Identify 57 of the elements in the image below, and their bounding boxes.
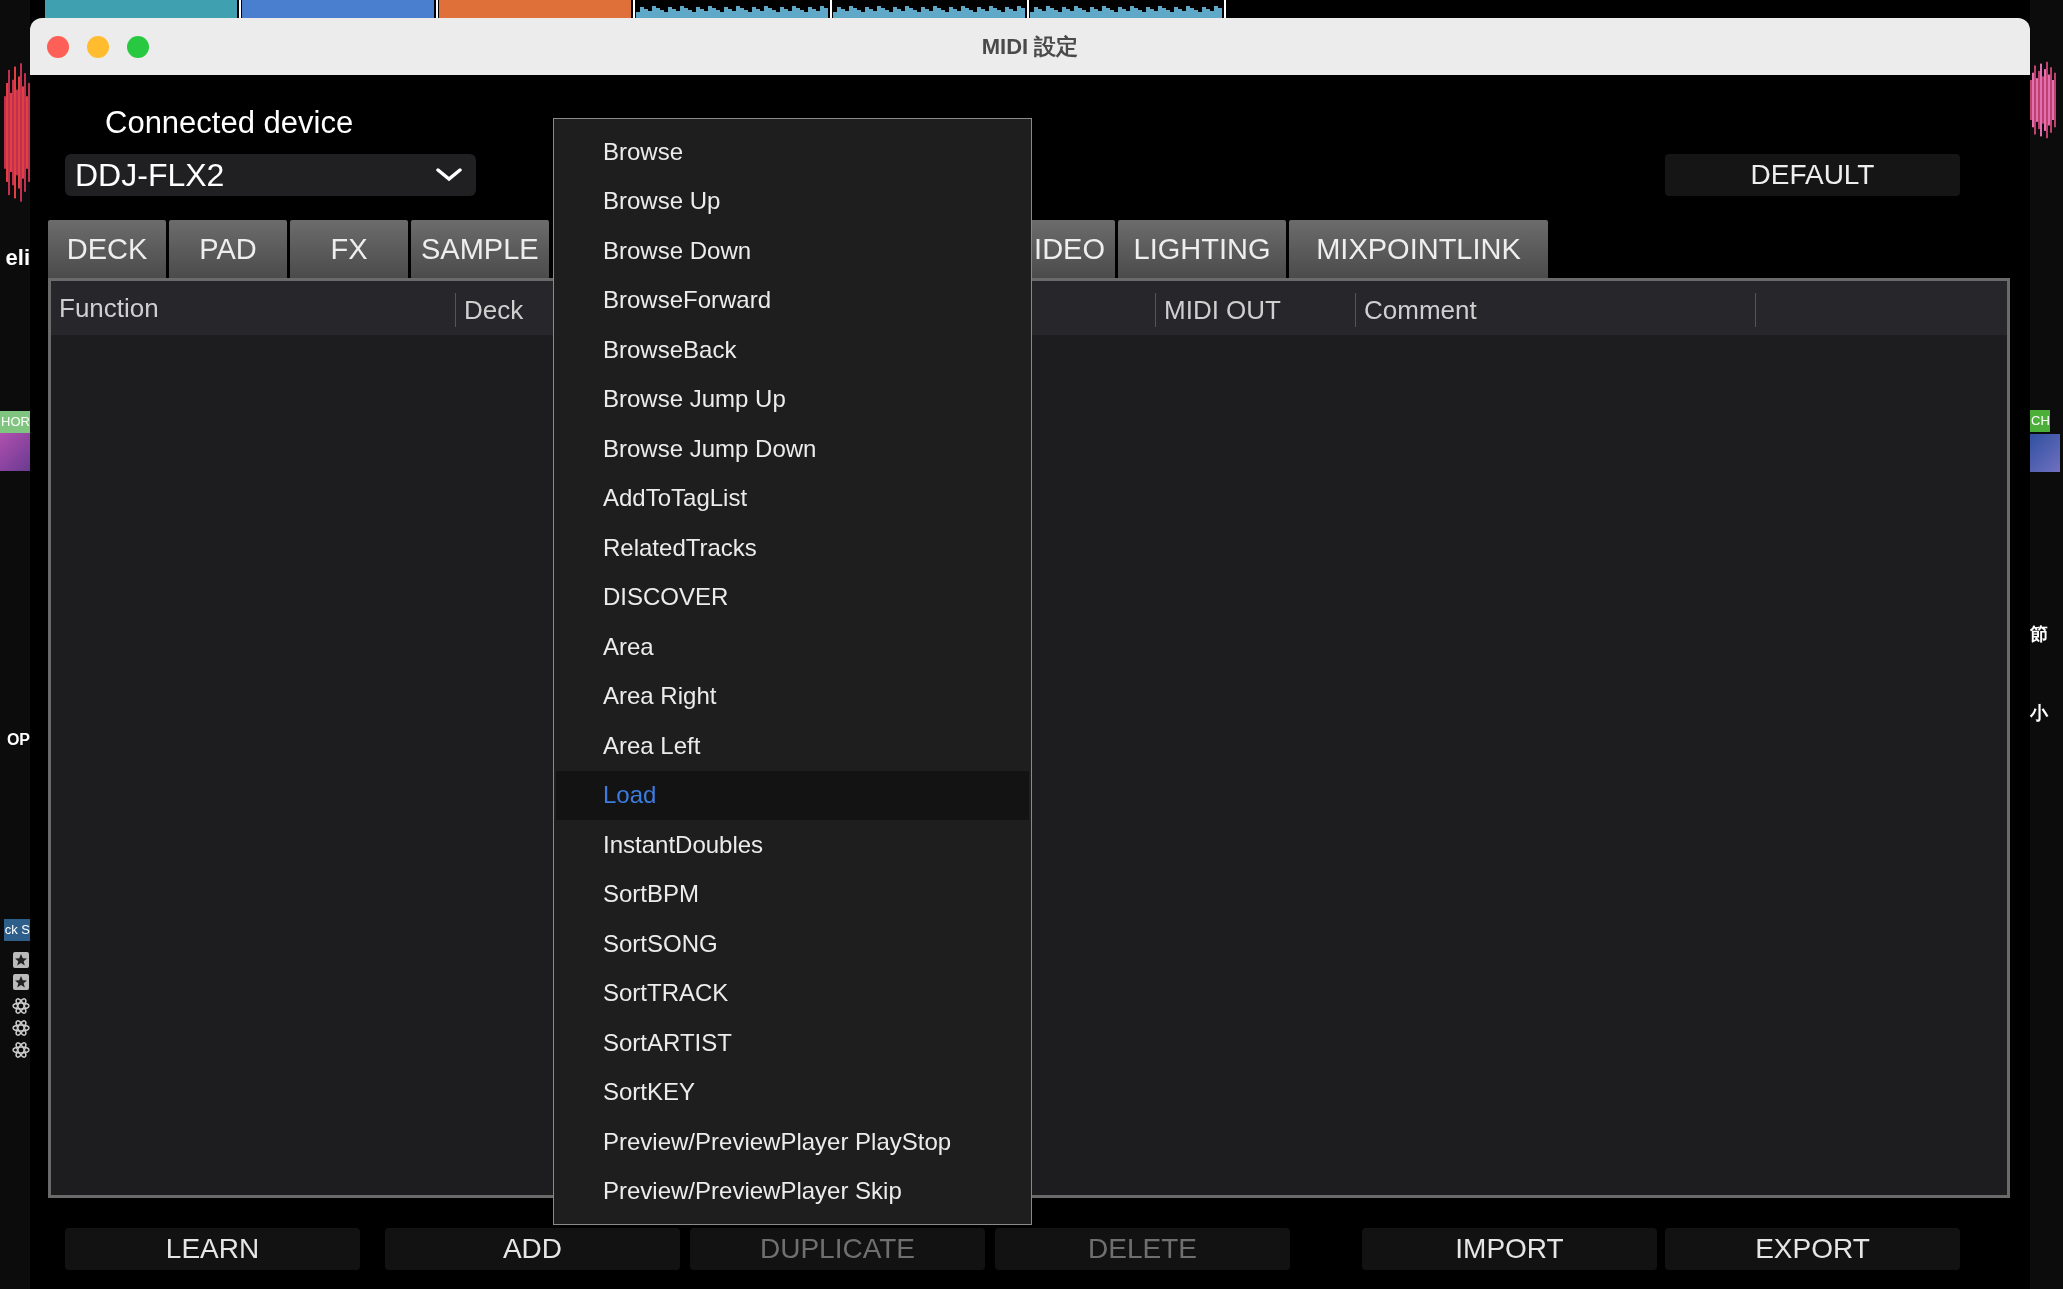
menu-item[interactable]: InstantDoubles [556, 820, 1029, 870]
minimize-button[interactable] [87, 35, 109, 58]
menu-item[interactable]: Browse Down [556, 226, 1029, 276]
menu-item[interactable]: RelatedTracks [556, 523, 1029, 573]
menu-item[interactable]: SortSONG [556, 919, 1029, 969]
menu-item[interactable]: SortARTIST [556, 1018, 1029, 1068]
artwork-block [0, 433, 30, 471]
menu-item[interactable]: Browse Jump Up [556, 374, 1029, 424]
column-header[interactable]: MIDI OUT [1155, 293, 1355, 327]
menu-item[interactable]: Preview/PreviewPlayer Skip [556, 1166, 1029, 1216]
menu-item[interactable]: Load [556, 770, 1029, 820]
artwork-block [2030, 434, 2060, 472]
tab[interactable]: LIGHTING [1118, 220, 1286, 278]
close-button[interactable] [47, 35, 69, 58]
star-icon [12, 973, 30, 991]
column-header[interactable]: Comment [1355, 293, 1755, 327]
device-dropdown[interactable]: DDJ-FLX2 [65, 154, 476, 196]
track-tag: CH [2030, 410, 2050, 432]
chevron-down-icon [436, 168, 462, 182]
menu-item[interactable]: SortBPM [556, 869, 1029, 919]
action-button[interactable]: IMPORT [1362, 1228, 1657, 1270]
menu-item[interactable]: Area [556, 622, 1029, 672]
menu-item[interactable]: SortTRACK [556, 968, 1029, 1018]
track-label: 節 [2030, 623, 2048, 646]
atom-icon [12, 1019, 30, 1037]
menu-item[interactable]: Area Right [556, 671, 1029, 721]
action-button[interactable]: ADD [385, 1228, 680, 1270]
track-tag: HOR [0, 411, 30, 433]
tab[interactable]: PAD [169, 220, 287, 278]
track-label: 小 [2030, 702, 2048, 725]
menu-item[interactable]: Browse Up [556, 176, 1029, 226]
menu-item[interactable]: Browse Jump Down [556, 424, 1029, 474]
track-label: eli [5, 245, 30, 271]
atom-icon [12, 997, 30, 1015]
default-button[interactable]: DEFAULT [1665, 154, 1960, 196]
menu-item[interactable]: Area Left [556, 721, 1029, 771]
menu-item[interactable]: Browse [556, 127, 1029, 177]
action-button[interactable]: EXPORT [1665, 1228, 1960, 1270]
tab[interactable]: SAMPLE [411, 220, 549, 278]
atom-icon [12, 1041, 30, 1059]
track-tag: ck S [3, 919, 30, 941]
menu-item[interactable]: AddToTagList [556, 473, 1029, 523]
device-label: Connected device [105, 104, 354, 142]
menu-item[interactable]: Preview/PreviewPlayer PlayStop [556, 1117, 1029, 1167]
action-button[interactable]: LEARN [65, 1228, 360, 1270]
tab[interactable]: FX [290, 220, 408, 278]
menu-item[interactable]: DISCOVER [556, 572, 1029, 622]
menu-item[interactable]: BrowseBack [556, 325, 1029, 375]
menu-item[interactable]: SortKEY [556, 1067, 1029, 1117]
zoom-button[interactable] [127, 35, 149, 58]
tab[interactable]: MIXPOINTLINK [1289, 220, 1548, 278]
track-label: OP [6, 731, 30, 749]
column-header[interactable]: Function [51, 281, 455, 335]
tab[interactable]: DECK [48, 220, 166, 278]
window-title: MIDI 設定 [981, 32, 1079, 61]
menu-item[interactable]: BrowseForward [556, 275, 1029, 325]
star-icon [12, 951, 30, 969]
